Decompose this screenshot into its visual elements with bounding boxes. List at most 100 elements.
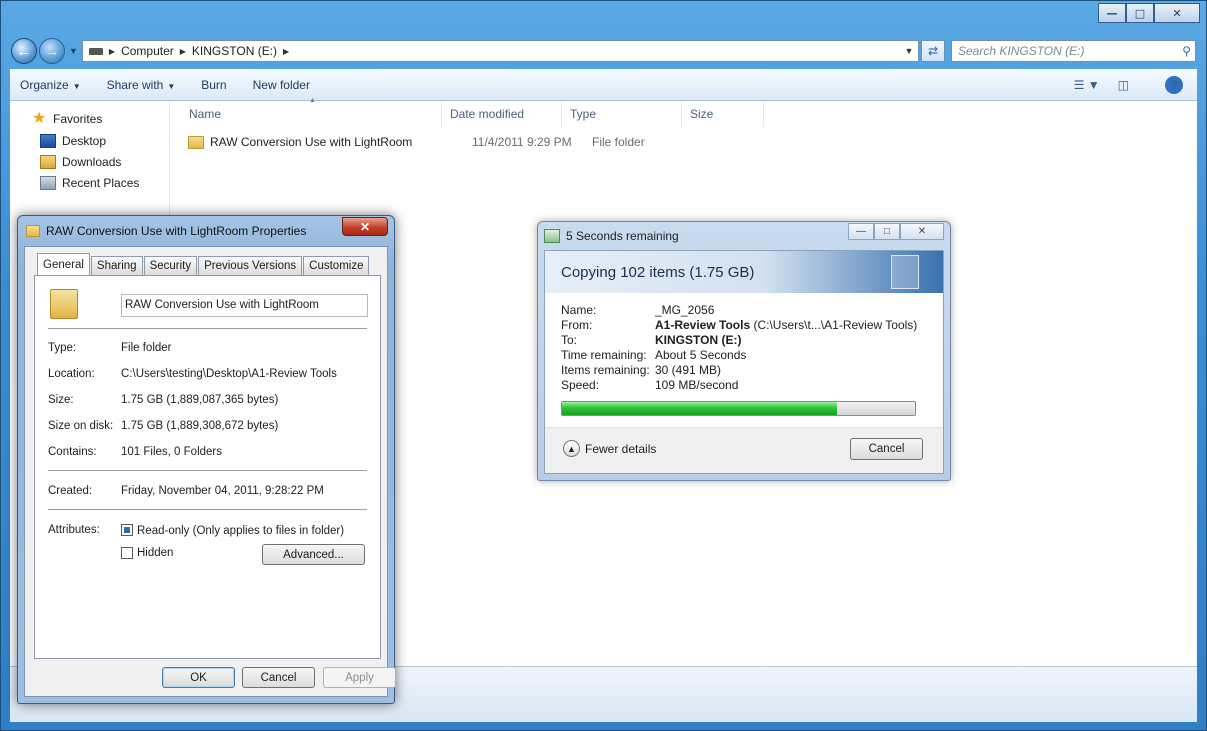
- copy-items-label: Items remaining:: [561, 363, 650, 377]
- star-icon: ★: [32, 110, 47, 127]
- hidden-checkbox[interactable]: Hidden: [121, 547, 173, 559]
- type-value: File folder: [121, 342, 172, 354]
- back-button[interactable]: ←: [11, 38, 37, 64]
- size-on-disk-label: Size on disk:: [48, 420, 114, 432]
- new-folder-button[interactable]: New folder: [253, 78, 310, 92]
- search-input[interactable]: Search KINGSTON (E:) ⚲: [951, 40, 1196, 62]
- close-button[interactable]: ✕: [1154, 3, 1200, 23]
- nav-item-recent-places[interactable]: Recent Places: [40, 176, 139, 190]
- tab-sharing[interactable]: Sharing: [90, 256, 143, 275]
- tab-customize[interactable]: Customize: [303, 256, 370, 275]
- copy-progress-bar: [561, 401, 916, 416]
- downloads-icon: [40, 155, 56, 169]
- copy-from-folder[interactable]: A1-Review Tools: [655, 318, 750, 332]
- refresh-button[interactable]: ⇄: [921, 40, 945, 62]
- readonly-checkbox[interactable]: Read-only (Only applies to files in fold…: [121, 524, 344, 537]
- organize-button[interactable]: Organize ▼: [20, 78, 81, 92]
- folder-name-field[interactable]: RAW Conversion Use with LightRoom: [121, 294, 368, 317]
- list-item[interactable]: RAW Conversion Use with LightRoom 11/4/2…: [188, 132, 712, 152]
- copy-progress-dialog: 5 Seconds remaining — □ ✕ Copying 102 it…: [537, 221, 951, 481]
- column-header-name[interactable]: Name ▲: [181, 97, 442, 127]
- separator: [48, 328, 367, 329]
- hidden-checkbox-box[interactable]: [121, 547, 133, 559]
- copy-minimize-button[interactable]: —: [848, 223, 874, 240]
- tab-security[interactable]: Security: [143, 256, 198, 275]
- properties-close-button[interactable]: ✕: [342, 217, 388, 236]
- share-with-label: Share with: [106, 77, 164, 92]
- column-header-type[interactable]: Type: [562, 101, 682, 127]
- recent-pages-dropdown[interactable]: ▼: [69, 46, 78, 56]
- ok-button[interactable]: OK: [162, 667, 235, 688]
- attributes-row: Attributes: Read-only (Only applies to f…: [48, 524, 344, 537]
- properties-title: RAW Conversion Use with LightRoom Proper…: [46, 224, 307, 238]
- column-header-size[interactable]: Size: [682, 101, 764, 127]
- address-bar[interactable]: ▶ Computer ▶ KINGSTON (E:) ▶ ▼: [81, 40, 919, 62]
- advanced-button[interactable]: Advanced...: [262, 544, 365, 565]
- copy-title: 5 Seconds remaining: [566, 229, 679, 243]
- forward-button[interactable]: →: [39, 38, 65, 64]
- share-with-button[interactable]: Share with ▼: [107, 78, 176, 92]
- copy-to-row: To: KINGSTON (E:): [561, 333, 741, 347]
- view-options-icon[interactable]: ☰ ▼: [1074, 78, 1100, 92]
- copy-footer: ▲ Fewer details Cancel: [545, 427, 943, 473]
- copy-from-label: From:: [561, 318, 593, 332]
- cancel-button[interactable]: Cancel: [242, 667, 315, 688]
- chevron-up-icon: ▲: [563, 440, 580, 457]
- tab-previous-versions[interactable]: Previous Versions: [198, 256, 303, 275]
- fewer-details-button[interactable]: ▲ Fewer details: [563, 440, 656, 457]
- copy-from-row: From: A1-Review Tools (C:\Users\t...\A1-…: [561, 318, 917, 332]
- help-button[interactable]: ?: [1147, 75, 1183, 94]
- created-label: Created:: [48, 485, 93, 497]
- minimize-button[interactable]: —: [1098, 3, 1126, 23]
- breadcrumb-arrow-icon[interactable]: ▶: [180, 47, 186, 56]
- preview-pane-icon[interactable]: ◫: [1118, 78, 1129, 92]
- nav-favorites-label: Favorites: [53, 112, 103, 126]
- copy-cancel-button[interactable]: Cancel: [850, 438, 923, 460]
- breadcrumb-arrow-icon[interactable]: ▶: [109, 47, 115, 56]
- copy-maximize-button[interactable]: □: [874, 223, 900, 240]
- fewer-details-label: Fewer details: [585, 441, 657, 456]
- maximize-button[interactable]: □: [1126, 3, 1154, 23]
- column-header-date-modified[interactable]: Date modified: [442, 101, 562, 127]
- copy-time-value: About 5 Seconds: [655, 348, 747, 362]
- burn-button[interactable]: Burn: [201, 78, 226, 92]
- copy-progress-fill: [562, 402, 838, 415]
- copy-name-row: Name: _MG_2056: [561, 303, 714, 317]
- copy-to-value[interactable]: KINGSTON (E:): [655, 333, 741, 347]
- copy-to-label: To:: [561, 333, 578, 347]
- readonly-checkbox-box[interactable]: [121, 524, 133, 536]
- nav-downloads-label: Downloads: [62, 155, 122, 169]
- nav-item-desktop[interactable]: Desktop: [40, 134, 106, 148]
- location-value: C:\Users\testing\Desktop\A1-Review Tools: [121, 368, 337, 380]
- copy-items-row: Items remaining: 30 (491 MB): [561, 363, 721, 377]
- breadcrumb-drive[interactable]: KINGSTON (E:): [192, 44, 277, 58]
- breadcrumb-computer[interactable]: Computer: [121, 44, 174, 58]
- sort-ascending-icon: ▲: [309, 97, 316, 104]
- nav-item-downloads[interactable]: Downloads: [40, 155, 121, 169]
- command-bar: Organize ▼ Share with ▼ Burn New folder ☰ …: [10, 69, 1197, 101]
- search-placeholder: Search KINGSTON (E:): [958, 44, 1085, 58]
- folder-icon: [26, 225, 40, 237]
- address-dropdown-icon[interactable]: ▼: [900, 46, 918, 56]
- file-type: File folder: [592, 135, 645, 149]
- forward-arrow-icon: →: [44, 42, 60, 60]
- copy-from-path: (C:\Users\t...\A1-Review Tools): [750, 318, 918, 332]
- location-row: Location: C:\Users\testing\Desktop\A1-Re…: [48, 368, 337, 380]
- size-value: 1.75 GB (1,889,087,365 bytes): [121, 394, 279, 406]
- nav-item-favorites[interactable]: ★ Favorites: [32, 110, 103, 127]
- folder-icon: [188, 135, 204, 149]
- copy-close-button[interactable]: ✕: [900, 223, 944, 240]
- apply-button[interactable]: Apply: [323, 667, 396, 688]
- chevron-down-icon: ▼: [72, 81, 81, 91]
- search-icon[interactable]: ⚲: [1182, 44, 1191, 58]
- nav-recent-places-label: Recent Places: [62, 176, 140, 190]
- copy-icon: [544, 229, 560, 243]
- refresh-icon: ⇄: [927, 44, 939, 58]
- type-row: Type: File folder: [48, 342, 172, 354]
- attributes-label: Attributes:: [48, 524, 100, 536]
- tab-general[interactable]: General: [37, 253, 90, 275]
- banner-decoration-icon: [891, 255, 919, 289]
- breadcrumb-arrow-icon[interactable]: ▶: [283, 47, 289, 56]
- copy-items-value: 30 (491 MB): [655, 363, 722, 377]
- file-name: RAW Conversion Use with LightRoom: [210, 135, 413, 149]
